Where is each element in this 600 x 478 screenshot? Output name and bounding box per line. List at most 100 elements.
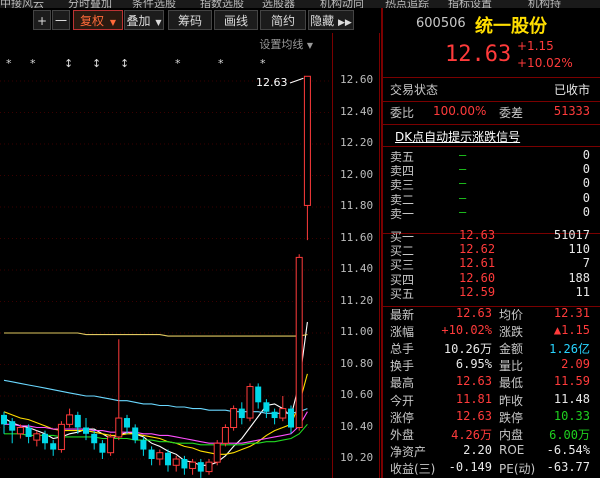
candle-body — [246, 386, 254, 419]
buy-level-row[interactable]: 买四 12.60 188 — [383, 270, 600, 287]
level-price: — — [459, 204, 467, 219]
menu-item[interactable]: 热点追踪 — [385, 0, 429, 8]
trade-status-value: 已收市 — [553, 83, 590, 97]
candle-body — [181, 459, 188, 469]
stats-row: 涨停 12.63 跌停 10.33 — [383, 409, 600, 426]
stat-label: 量比 — [499, 359, 524, 374]
candle-body — [57, 423, 65, 451]
trade-status-row: 交易状态 已收市 — [383, 81, 600, 99]
buy-level-row[interactable]: 买三 12.61 7 — [383, 256, 600, 272]
zoom-out-button[interactable]: 一 — [52, 10, 70, 30]
candle-body — [42, 433, 48, 444]
menu-item[interactable]: 条件选股 — [132, 0, 176, 8]
event-marker: ↕ — [92, 57, 101, 70]
divider — [383, 146, 600, 147]
sell-level-row[interactable]: 卖三 —0 — [383, 176, 600, 192]
level-price: — — [459, 190, 467, 205]
candle-body — [140, 440, 147, 450]
candle-body — [148, 449, 155, 459]
top-menu-bar: 中接风云 分时叠加 条件选股 指数选股 选股器 机构动向 热点追踪 指标设置 机构持 — [0, 0, 600, 8]
stat-value: 12.63 — [455, 408, 492, 423]
stat-value: 12.63 — [455, 306, 492, 320]
kline-chart[interactable]: * * ↕ ↕ ↕ * * * 12.63 — [0, 33, 332, 478]
stat-label: 最新 — [390, 308, 415, 322]
weicha-value: 51333 — [553, 104, 590, 118]
event-marker: * — [30, 57, 36, 70]
event-marker: ↕ — [64, 57, 73, 70]
candle-body — [165, 452, 171, 466]
weibi-value: 100.00% — [433, 104, 487, 118]
candle-body — [16, 427, 24, 435]
candle-body — [213, 442, 221, 463]
price-tick-label: 10.40 — [340, 419, 374, 433]
zoom-in-button[interactable]: + — [33, 10, 51, 30]
overlay-dropdown[interactable]: 叠加 ▼ — [124, 10, 164, 30]
draw-line-button[interactable]: 画线 — [214, 10, 258, 30]
menu-item[interactable]: 分时叠加 — [68, 0, 112, 8]
stat-label: 涨停 — [390, 410, 415, 425]
level-volume: 51017 — [553, 228, 590, 242]
candle-body — [279, 408, 287, 419]
level-volume: 188 — [568, 270, 590, 285]
sell-level-row[interactable]: 卖二 —0 — [383, 190, 600, 207]
sell-level-row[interactable]: 卖四 —0 — [383, 162, 600, 178]
level-label: 买五 — [390, 286, 415, 301]
buy-level-row[interactable]: 买二 12.62 110 — [383, 242, 600, 258]
stat-label: ROE — [499, 442, 525, 457]
candle-body — [238, 408, 245, 419]
stat-label: 最高 — [390, 376, 415, 391]
stats-row: 收益(三) -0.149 PE(动) -63.77 — [383, 460, 600, 477]
menu-item[interactable]: 指数选股 — [200, 0, 244, 8]
stat-value: 11.48 — [553, 391, 590, 406]
candle-body — [9, 421, 16, 431]
stat-label: 换手 — [390, 359, 415, 374]
menu-item[interactable]: 中接风云 — [0, 0, 44, 8]
stats-row: 净资产 2.20 ROE -6.54% — [383, 443, 600, 460]
stat-value: ▲1.15 — [553, 323, 590, 338]
stat-value: 12.31 — [553, 306, 590, 320]
candle-body — [221, 427, 229, 444]
chips-button[interactable]: 筹码 — [168, 10, 212, 30]
kline-chart-panel[interactable]: 设置均线 ▼ * * ↕ ↕ ↕ * * * 12.63 12.60 12.40 12.20 12.0… — [0, 33, 380, 478]
stats-row: 最新 12.63 均价 12.31 — [383, 306, 600, 323]
ma-line-ma5 — [3, 321, 308, 466]
stat-label: 昨收 — [499, 393, 524, 408]
level-volume: 0 — [582, 148, 590, 162]
level-volume: 0 — [582, 204, 590, 219]
menu-item[interactable]: 指标设置 — [448, 0, 492, 8]
stat-value: -0.149 — [448, 459, 492, 474]
stat-value: -6.54% — [546, 442, 590, 457]
simple-mode-button[interactable]: 简约 — [260, 10, 306, 30]
level-volume: 0 — [582, 162, 590, 177]
stock-name[interactable]: 统一股份 — [475, 12, 547, 38]
menu-item[interactable]: 机构动向 — [320, 0, 364, 8]
price-change: +1.15 — [517, 39, 554, 53]
menu-item[interactable]: 机构持 — [528, 0, 561, 8]
candle-body — [25, 427, 32, 437]
chevron-down-icon: ▼ — [109, 18, 116, 27]
candle-body — [172, 458, 180, 466]
level-price: — — [459, 148, 467, 162]
level-price: 12.62 — [459, 242, 496, 257]
hide-button[interactable]: 隐藏 ▶▶ — [308, 10, 354, 30]
level-price: 12.60 — [459, 270, 496, 285]
price-tick-label: 12.00 — [340, 167, 374, 181]
event-marker: * — [6, 57, 12, 70]
fuquan-dropdown[interactable]: 复权 ▼ — [73, 10, 123, 30]
sell-level-row[interactable]: 卖一 — 0 — [383, 204, 600, 221]
level-volume: 11 — [575, 284, 590, 299]
event-marker: * — [218, 57, 224, 70]
buy-level-row[interactable]: 买五 12.59 11 — [383, 284, 600, 301]
dk-signal-link[interactable]: DK点自动提示涨跌信号 — [395, 128, 520, 145]
stat-label: 均价 — [499, 308, 524, 322]
candle-body — [115, 417, 123, 438]
overlay-label: 叠加 — [126, 14, 151, 28]
candle-body — [107, 436, 115, 454]
candle-body — [74, 414, 81, 428]
buy-level-row[interactable]: 买一 12.63 51017 — [383, 228, 600, 244]
level-label: 卖一 — [390, 206, 415, 221]
sell-level-row[interactable]: 卖五 —0 — [383, 148, 600, 164]
candle-body — [205, 461, 213, 473]
menu-item[interactable]: 选股器 — [262, 0, 295, 8]
stat-label: 跌停 — [499, 410, 524, 425]
